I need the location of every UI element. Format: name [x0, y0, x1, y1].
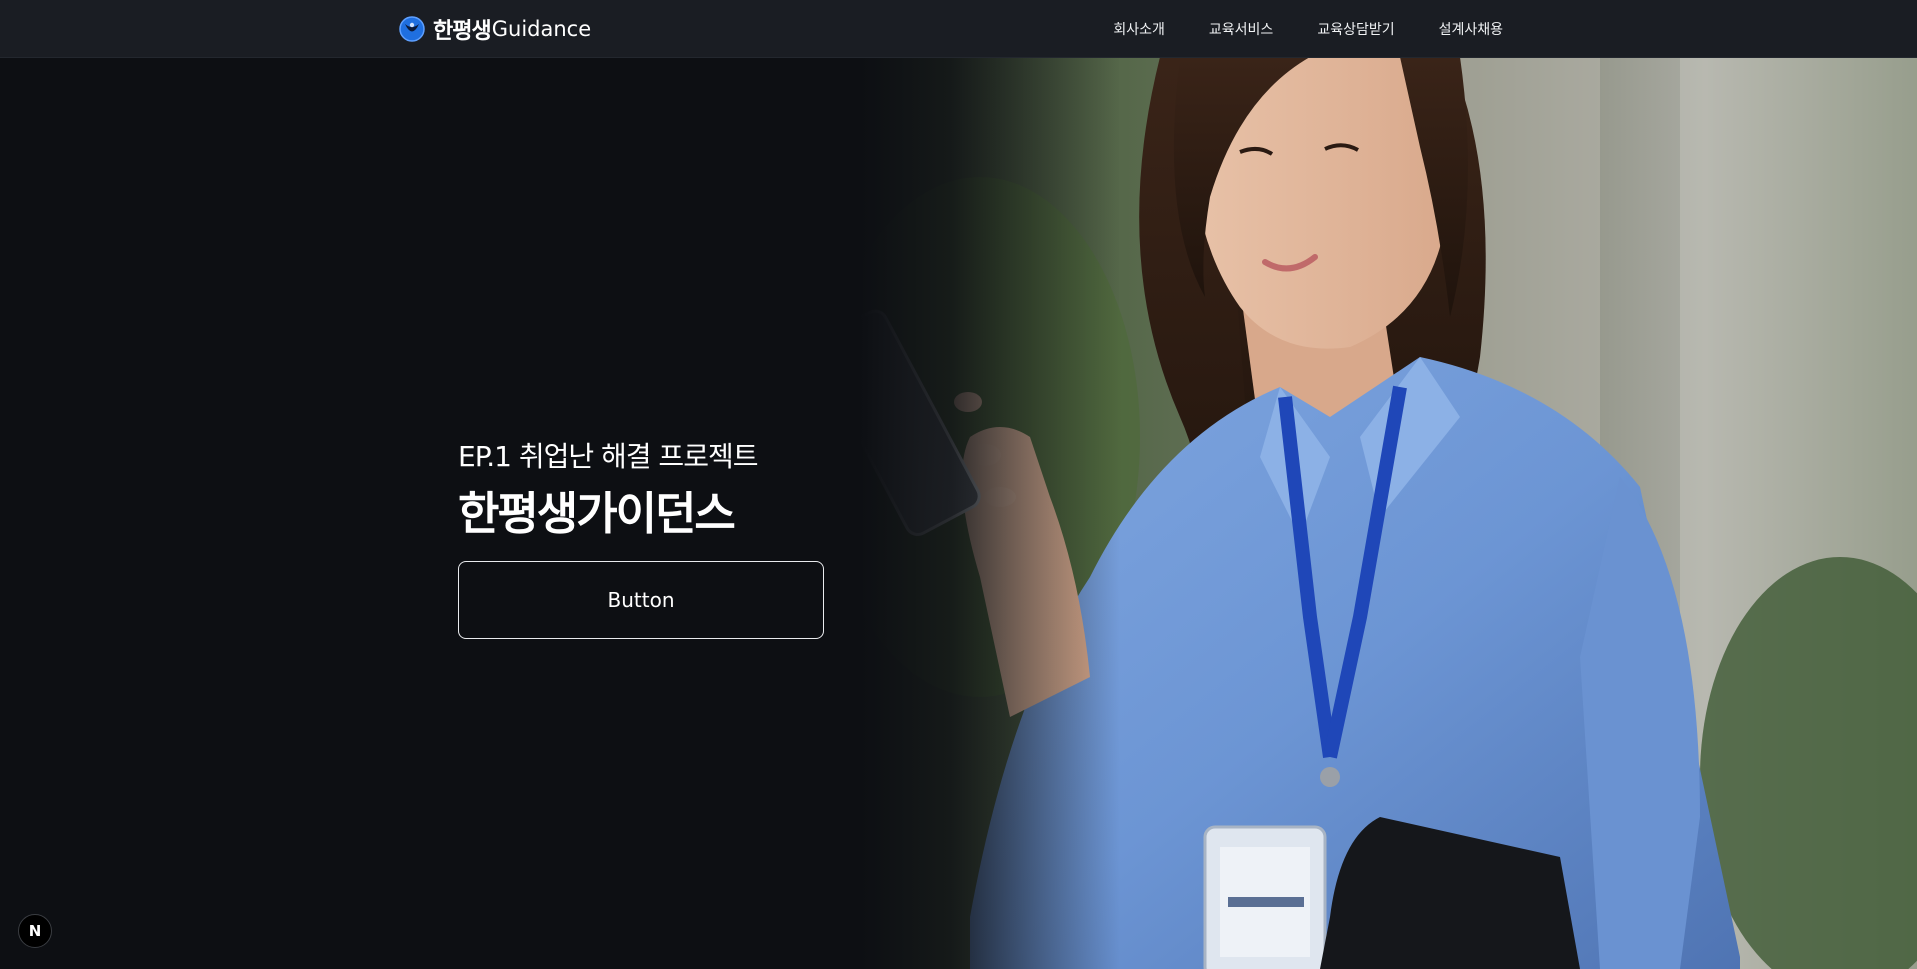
nav-item-recruitment[interactable]: 설계사채용: [1417, 19, 1503, 39]
logo-english-text: Guidance: [491, 17, 592, 41]
top-navigation-bar: 한평생 Guidance 회사소개 교육서비스 교육상담받기 설계사채용: [0, 0, 1917, 58]
hero-subtitle: EP.1 취업난 해결 프로젝트: [458, 440, 758, 473]
hero-image: [860, 57, 1917, 969]
nav-item-company[interactable]: 회사소개: [1091, 19, 1187, 39]
hero-title: 한평생가이던스: [458, 487, 736, 540]
hero-text-block: EP.1 취업난 해결 프로젝트 한평생가이던스: [458, 438, 858, 544]
page: 한평생 Guidance 회사소개 교육서비스 교육상담받기 설계사채용 EP.…: [0, 0, 1917, 969]
nav-item-consultation[interactable]: 교육상담받기: [1295, 19, 1416, 39]
main-nav: 회사소개 교육서비스 교육상담받기 설계사채용: [1091, 0, 1503, 57]
site-logo[interactable]: 한평생 Guidance: [398, 13, 591, 45]
logo-emblem-icon: [399, 16, 425, 42]
nav-item-education-service[interactable]: 교육서비스: [1187, 19, 1295, 39]
logo-korean-text: 한평생: [433, 19, 492, 44]
nextjs-icon[interactable]: N: [18, 914, 52, 948]
hero-cta-button[interactable]: Button: [458, 561, 824, 639]
